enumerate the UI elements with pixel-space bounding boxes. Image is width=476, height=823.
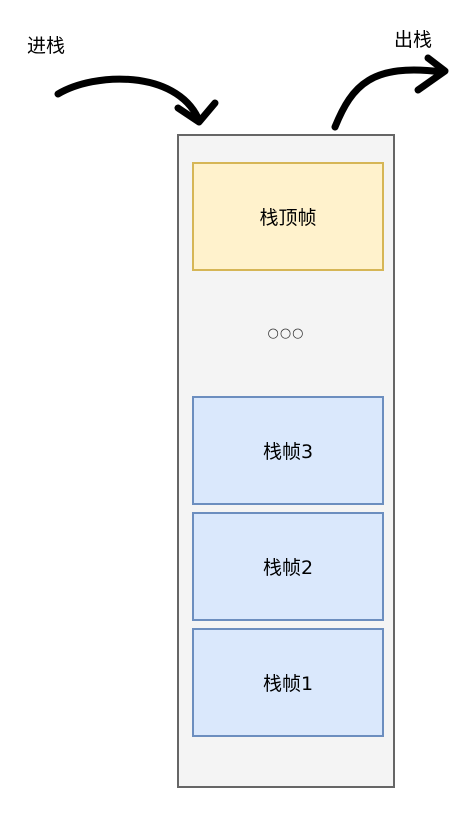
stack-frame-1-label: 栈帧1 — [262, 673, 314, 695]
stack-container: 栈顶帧 ○○○ 栈帧3 栈帧2 栈帧1 — [177, 134, 395, 788]
stack-frame-3: 栈帧3 — [192, 396, 384, 505]
stack-ellipsis: ○○○ — [267, 326, 305, 341]
pop-arrow-icon — [331, 54, 449, 131]
stack-top-frame-label: 栈顶帧 — [259, 207, 317, 229]
stack-frame-3-label: 栈帧3 — [262, 441, 314, 463]
stack-frame-2: 栈帧2 — [192, 512, 384, 621]
stack-frame-2-label: 栈帧2 — [262, 557, 314, 579]
stack-frame-1: 栈帧1 — [192, 628, 384, 737]
stack-top-frame: 栈顶帧 — [192, 162, 384, 271]
push-arrow-icon — [54, 75, 219, 126]
